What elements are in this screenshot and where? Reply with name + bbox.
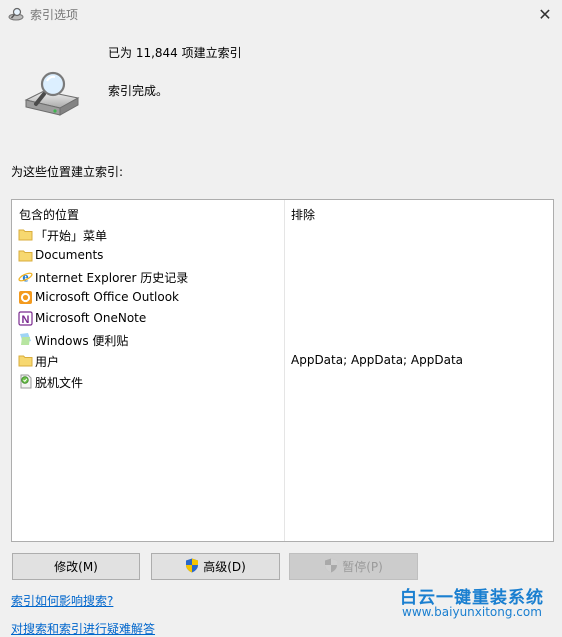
location-row-ie-history[interactable]: e Internet Explorer 历史记录: [12, 266, 553, 287]
sticky-notes-icon: [18, 332, 33, 347]
exclude-header[interactable]: 排除: [291, 206, 315, 223]
location-row-sticky-notes[interactable]: Windows 便利贴: [12, 329, 553, 350]
uac-shield-icon: [324, 558, 338, 576]
location-name: Windows 便利贴: [35, 334, 129, 348]
troubleshoot-search-indexing-link[interactable]: 对搜索和索引进行疑难解答: [11, 620, 155, 637]
svg-text:e: e: [22, 271, 28, 285]
onenote-icon: N: [18, 311, 33, 326]
close-button[interactable]: ✕: [528, 0, 562, 28]
location-name: Microsoft Office Outlook: [35, 290, 179, 304]
modify-button-label: 修改(M): [54, 560, 98, 574]
indexing-status-text: 索引完成。: [108, 84, 169, 98]
window-title: 索引选项: [30, 8, 79, 22]
location-row-users[interactable]: 用户 AppData; AppData; AppData: [12, 350, 553, 371]
location-row-onenote[interactable]: N Microsoft OneNote: [12, 308, 553, 329]
folder-icon: [18, 248, 33, 263]
drive-search-icon: [22, 70, 80, 120]
location-row-start-menu[interactable]: 「开始」菜单: [12, 224, 553, 245]
location-exclude: AppData; AppData; AppData: [291, 353, 464, 367]
location-name: Microsoft OneNote: [35, 311, 147, 325]
location-row-offline-files[interactable]: 脱机文件: [12, 371, 553, 392]
modify-button[interactable]: 修改(M): [12, 553, 140, 580]
included-locations-header[interactable]: 包含的位置: [19, 206, 79, 223]
indexing-options-icon: [8, 6, 24, 22]
location-name: 「开始」菜单: [35, 229, 108, 243]
index-locations-label: 为这些位置建立索引:: [11, 165, 124, 179]
indexed-count-text: 已为 11,844 项建立索引: [108, 46, 242, 60]
advanced-button[interactable]: 高级(D): [151, 553, 280, 580]
watermark-url: www.baiyunxitong.com: [402, 605, 542, 619]
location-row-documents[interactable]: Documents: [12, 245, 553, 266]
uac-shield-icon: [185, 558, 199, 576]
index-locations-list[interactable]: 包含的位置 排除 「开始」菜单 Documents e Internet Exp…: [11, 199, 554, 542]
folder-icon: [18, 227, 33, 242]
title-bar: 索引选项 ✕: [0, 0, 562, 28]
folder-icon: [18, 353, 33, 368]
outlook-icon: [18, 290, 33, 305]
advanced-button-label: 高级(D): [203, 560, 246, 574]
svg-text:N: N: [22, 314, 30, 326]
how-indexing-affects-search-link[interactable]: 索引如何影响搜索?: [11, 592, 113, 609]
location-name: Internet Explorer 历史记录: [35, 271, 189, 285]
location-name: 用户: [35, 355, 60, 369]
location-row-outlook[interactable]: Microsoft Office Outlook: [12, 287, 553, 308]
location-name: 脱机文件: [35, 376, 84, 390]
pause-button-label: 暂停(P): [342, 560, 383, 574]
location-name: Documents: [35, 248, 104, 262]
pause-button[interactable]: 暂停(P): [289, 553, 418, 580]
offline-files-icon: [18, 374, 33, 389]
internet-explorer-icon: e: [18, 269, 33, 286]
